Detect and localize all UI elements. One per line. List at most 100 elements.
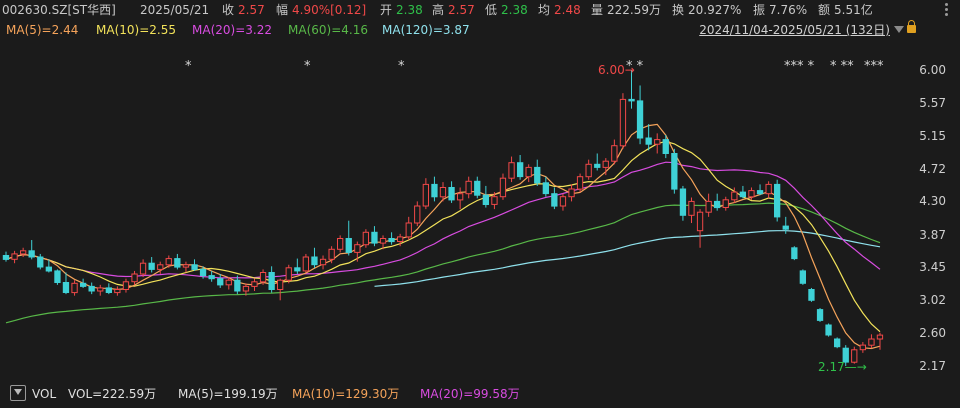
candle-body xyxy=(28,250,35,258)
candle-body xyxy=(11,253,18,260)
candle-body xyxy=(208,275,215,280)
event-marker[interactable]: * xyxy=(304,60,311,74)
candle-body xyxy=(54,270,61,283)
candle-body xyxy=(722,199,729,209)
candle-body xyxy=(799,270,807,284)
candle-body xyxy=(765,183,772,195)
close-value: 2.57 xyxy=(238,3,265,17)
volume-ma10: MA(10)=129.30万 xyxy=(292,387,400,401)
candle-body xyxy=(859,344,867,351)
candle-body xyxy=(636,100,644,139)
ma20-line xyxy=(5,161,881,279)
candle-body xyxy=(825,324,832,336)
low-value: 2.38 xyxy=(501,3,528,17)
candle-body xyxy=(354,244,361,253)
candle-body xyxy=(225,279,232,286)
event-marker[interactable]: *** * xyxy=(784,60,814,74)
candle-body xyxy=(328,248,335,260)
candle-body xyxy=(174,258,181,268)
candle-body xyxy=(491,196,498,205)
ma10-line xyxy=(5,140,881,333)
candle-body xyxy=(285,267,292,281)
more-menu-icon[interactable] xyxy=(940,3,954,17)
candle-body xyxy=(311,256,318,266)
candle-body xyxy=(559,196,567,207)
event-marker[interactable]: * xyxy=(398,60,405,74)
candle-body xyxy=(508,162,515,179)
candle-body xyxy=(868,338,875,346)
ma5-line xyxy=(5,123,881,350)
candle-body xyxy=(671,153,678,190)
candle-body xyxy=(259,272,267,283)
candle-body xyxy=(182,264,190,268)
candle-body xyxy=(568,188,575,198)
candle-body xyxy=(268,272,275,290)
candle-body xyxy=(457,193,464,201)
candle-body xyxy=(542,182,550,195)
candle-body xyxy=(345,238,352,253)
candlestick-chart[interactable] xyxy=(0,40,960,385)
candle-body xyxy=(45,266,53,272)
candle-body xyxy=(414,205,421,224)
candle-body xyxy=(774,183,781,218)
candle-body xyxy=(499,177,507,198)
candle-body xyxy=(585,163,592,178)
candle-body xyxy=(756,190,764,195)
open-label: 开 xyxy=(380,3,393,17)
event-marker[interactable]: *** xyxy=(864,60,884,74)
ma10-legend: MA(10)=2.55 xyxy=(96,23,176,37)
event-marker[interactable]: * * xyxy=(626,60,643,74)
volume-legend: VOL VOL=222.59万 MA(5)=199.19万 MA(10)=129… xyxy=(0,383,960,405)
candle-body xyxy=(20,250,27,255)
candle-body xyxy=(319,258,327,266)
candle-body xyxy=(242,285,250,292)
candle-body xyxy=(191,264,198,270)
turnover-value: 20.927% xyxy=(688,3,742,17)
date-range-selector[interactable]: 2024/11/04-2025/05/21 (132日) xyxy=(699,20,890,40)
candle-body xyxy=(474,180,481,196)
event-marker[interactable]: * ** xyxy=(830,60,854,74)
candle-body xyxy=(37,256,44,268)
volume-ma5: MA(5)=199.19万 xyxy=(178,387,278,401)
candle-body xyxy=(131,273,138,283)
candle-body xyxy=(199,268,207,277)
volume-value: 222.59万 xyxy=(607,3,661,17)
candle-body xyxy=(594,163,601,168)
candle-body xyxy=(748,190,755,198)
candle-body xyxy=(88,285,95,292)
candle-body xyxy=(217,278,224,286)
ma60-legend: MA(60)=4.16 xyxy=(288,23,368,37)
candle-body xyxy=(465,180,472,195)
candle-body xyxy=(679,188,687,216)
candle-body xyxy=(808,289,815,301)
volume-label: 量 xyxy=(591,3,604,17)
event-marker[interactable]: * xyxy=(185,60,192,74)
candle-body xyxy=(876,334,884,340)
low-annotation-value: 2.17 xyxy=(818,360,845,374)
dropdown-triangle-icon[interactable] xyxy=(894,26,904,33)
candle-body xyxy=(388,238,395,243)
candle-body xyxy=(731,191,738,201)
candle-body xyxy=(782,225,789,230)
candle-body xyxy=(705,200,712,213)
candle-body xyxy=(439,187,447,198)
candle-body xyxy=(619,98,627,147)
candle-body xyxy=(688,200,695,216)
candle-body xyxy=(371,231,378,244)
volume-indicator-label[interactable]: VOL xyxy=(32,383,56,405)
stock-code[interactable]: 002630.SZ[ST华西] xyxy=(2,0,116,20)
lock-icon[interactable] xyxy=(907,20,916,33)
candle-body xyxy=(148,262,155,270)
candle-body xyxy=(80,282,87,287)
turnover-label: 换 xyxy=(672,3,685,17)
amount-value: 5.51亿 xyxy=(834,3,873,17)
candle-body xyxy=(251,281,258,287)
candle-body xyxy=(234,279,241,292)
change-value: 4.90%[0.12] xyxy=(292,3,367,17)
volume-ma20: MA(20)=99.58万 xyxy=(420,387,520,401)
candle-body xyxy=(2,255,10,260)
candle-body xyxy=(551,193,558,207)
high-label: 高 xyxy=(432,3,445,17)
change-label: 幅 xyxy=(276,3,289,17)
candle-body xyxy=(71,282,78,294)
